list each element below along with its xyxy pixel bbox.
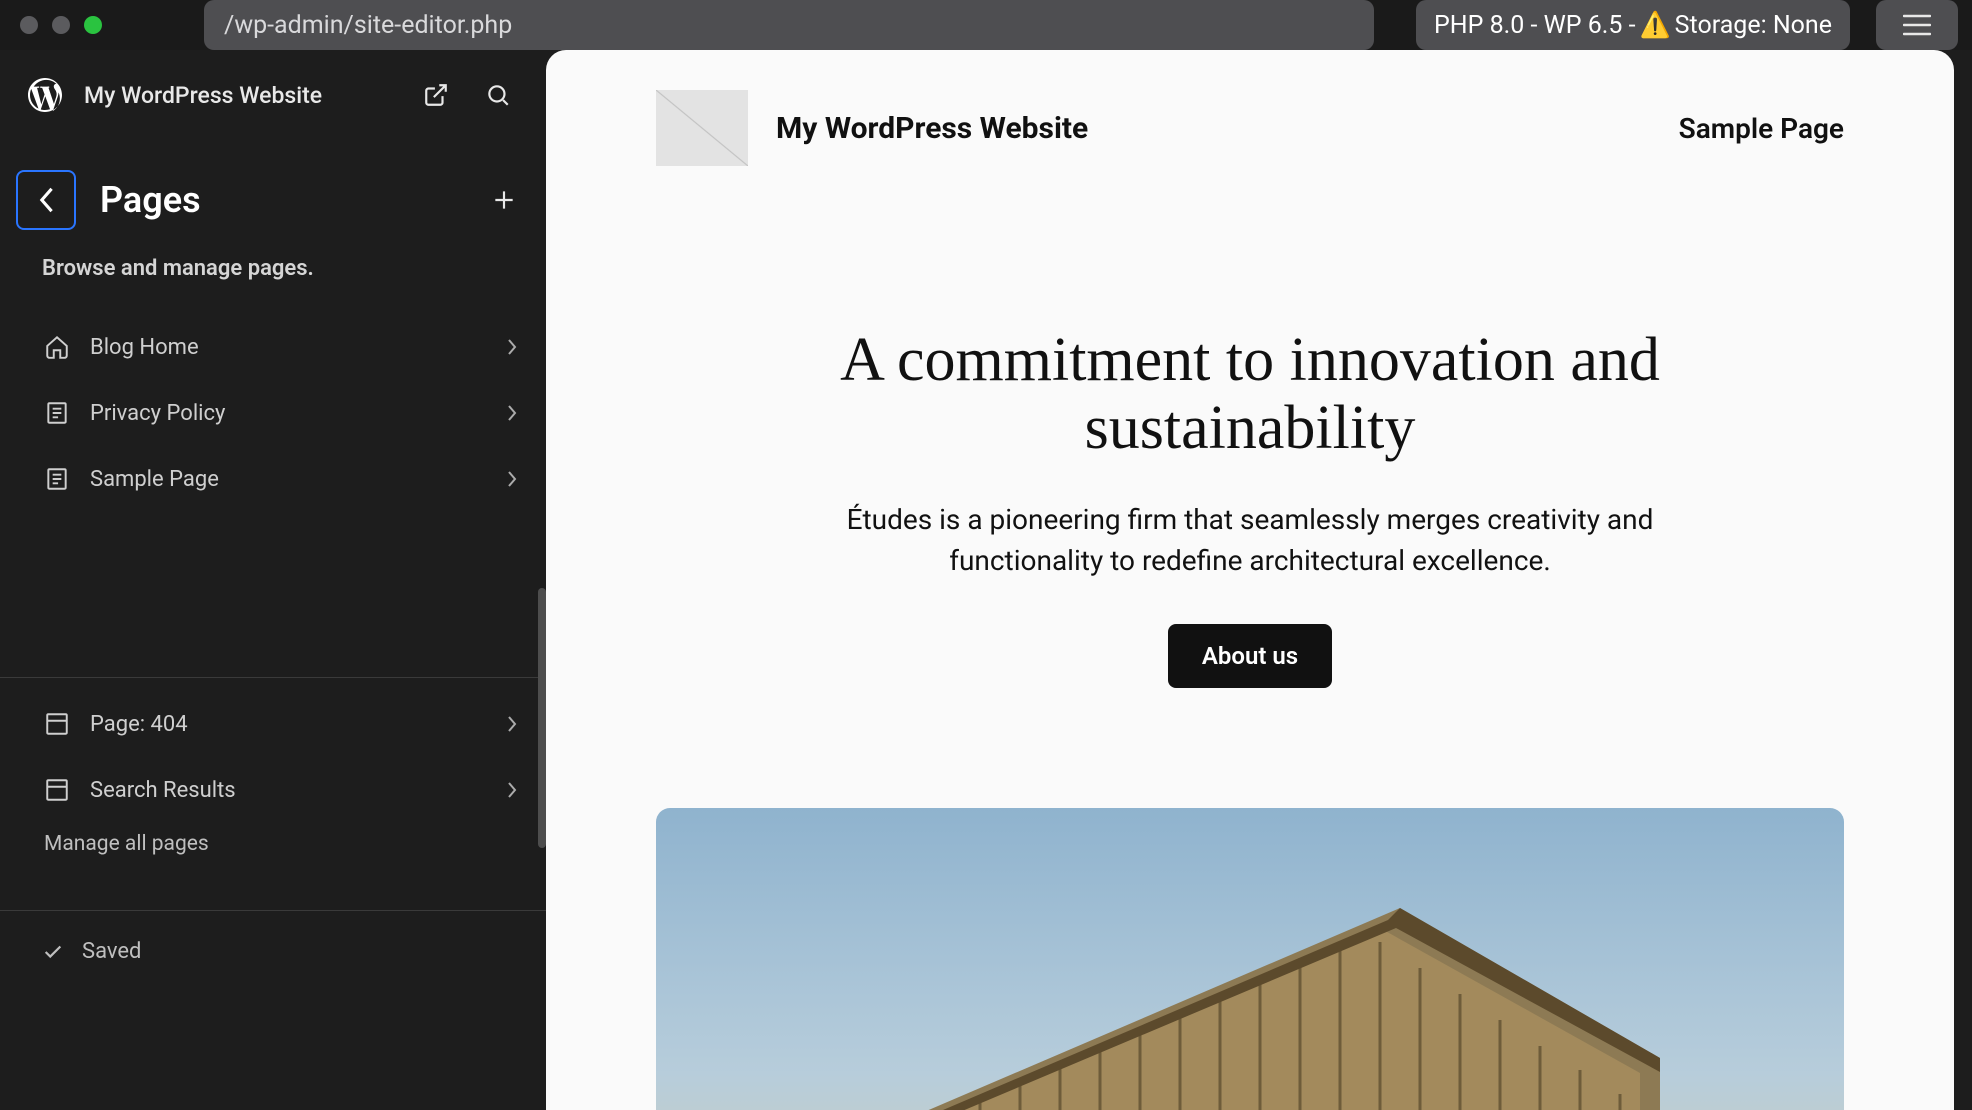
window-minimize-dot[interactable] bbox=[52, 16, 70, 34]
chevron-right-icon bbox=[506, 780, 518, 800]
check-icon bbox=[42, 941, 64, 963]
preview-site-title[interactable]: My WordPress Website bbox=[776, 111, 1651, 146]
sidebar-item-label: Sample Page bbox=[90, 467, 486, 492]
search-icon bbox=[485, 82, 511, 108]
sidebar-item-privacy-policy[interactable]: Privacy Policy bbox=[26, 385, 536, 441]
window-zoom-dot[interactable] bbox=[84, 16, 102, 34]
environment-status-pill[interactable]: PHP 8.0 - WP 6.5 - ⚠️ Storage: None bbox=[1416, 0, 1850, 50]
sidebar-title: Pages bbox=[100, 179, 460, 221]
preview-hero-image[interactable] bbox=[656, 808, 1844, 1110]
chevron-right-icon bbox=[506, 337, 518, 357]
chevron-right-icon bbox=[506, 714, 518, 734]
sidebar-header: My WordPress Website bbox=[0, 50, 546, 140]
back-button[interactable] bbox=[16, 170, 76, 230]
url-text: /wp-admin/site-editor.php bbox=[224, 11, 512, 40]
sidebar-item-search-results[interactable]: Search Results bbox=[26, 762, 536, 818]
url-field[interactable]: /wp-admin/site-editor.php bbox=[204, 0, 1374, 50]
hero-body[interactable]: Études is a pioneering firm that seamles… bbox=[840, 500, 1660, 581]
sidebar-item-label: Blog Home bbox=[90, 335, 486, 360]
sidebar-item-sample-page[interactable]: Sample Page bbox=[26, 451, 536, 507]
preview-nav-link[interactable]: Sample Page bbox=[1679, 112, 1844, 145]
sidebar-site-name[interactable]: My WordPress Website bbox=[84, 82, 394, 109]
status-prefix: PHP 8.0 - WP 6.5 - bbox=[1434, 11, 1636, 40]
manage-all-pages-link[interactable]: Manage all pages bbox=[0, 818, 546, 870]
window-close-dot[interactable] bbox=[20, 16, 38, 34]
window-toolbar: /wp-admin/site-editor.php PHP 8.0 - WP 6… bbox=[0, 0, 1972, 50]
preview-header: My WordPress Website Sample Page bbox=[546, 50, 1954, 196]
page-icon bbox=[44, 466, 70, 492]
hamburger-menu-button[interactable] bbox=[1876, 0, 1958, 50]
page-icon bbox=[44, 400, 70, 426]
sidebar-item-label: Privacy Policy bbox=[90, 401, 486, 426]
open-site-button[interactable] bbox=[416, 75, 456, 115]
warning-icon: ⚠️ bbox=[1640, 11, 1671, 40]
sidebar-title-row: Pages bbox=[0, 140, 546, 238]
chevron-left-icon bbox=[37, 186, 55, 214]
hero-heading[interactable]: A commitment to innovation and sustainab… bbox=[730, 326, 1770, 462]
pages-list: Blog Home Privacy Policy Sample Page bbox=[0, 301, 546, 507]
sidebar-scrollbar-thumb[interactable] bbox=[538, 588, 546, 848]
external-link-icon bbox=[423, 82, 449, 108]
chevron-right-icon bbox=[506, 403, 518, 423]
home-icon bbox=[44, 334, 70, 360]
sidebar-item-label: Page: 404 bbox=[90, 712, 486, 737]
window-controls bbox=[20, 16, 102, 34]
save-status: Saved bbox=[0, 911, 546, 992]
preview-hero: A commitment to innovation and sustainab… bbox=[690, 196, 1810, 748]
hero-image-building bbox=[840, 898, 1660, 1110]
layout-icon bbox=[44, 777, 70, 803]
wordpress-logo-icon[interactable] bbox=[28, 78, 62, 112]
status-suffix: Storage: None bbox=[1675, 11, 1832, 40]
search-button[interactable] bbox=[478, 75, 518, 115]
add-page-button[interactable] bbox=[484, 180, 524, 220]
sidebar-subtitle: Browse and manage pages. bbox=[0, 238, 546, 301]
sidebar-item-blog-home[interactable]: Blog Home bbox=[26, 319, 536, 375]
hamburger-icon bbox=[1903, 14, 1931, 36]
save-status-label: Saved bbox=[82, 939, 141, 964]
site-preview-frame[interactable]: My WordPress Website Sample Page A commi… bbox=[546, 50, 1954, 1110]
site-logo-placeholder[interactable] bbox=[656, 90, 748, 166]
layout-icon bbox=[44, 711, 70, 737]
chevron-right-icon bbox=[506, 469, 518, 489]
editor-sidebar: My WordPress Website Pages Browse and ma… bbox=[0, 50, 546, 1110]
sidebar-item-label: Search Results bbox=[90, 778, 486, 803]
hero-cta-button[interactable]: About us bbox=[1168, 624, 1332, 688]
plus-icon bbox=[491, 187, 517, 213]
sidebar-item-page-404[interactable]: Page: 404 bbox=[26, 696, 536, 752]
preview-canvas: My WordPress Website Sample Page A commi… bbox=[546, 50, 1972, 1110]
templates-list: Page: 404 Search Results bbox=[0, 678, 546, 818]
